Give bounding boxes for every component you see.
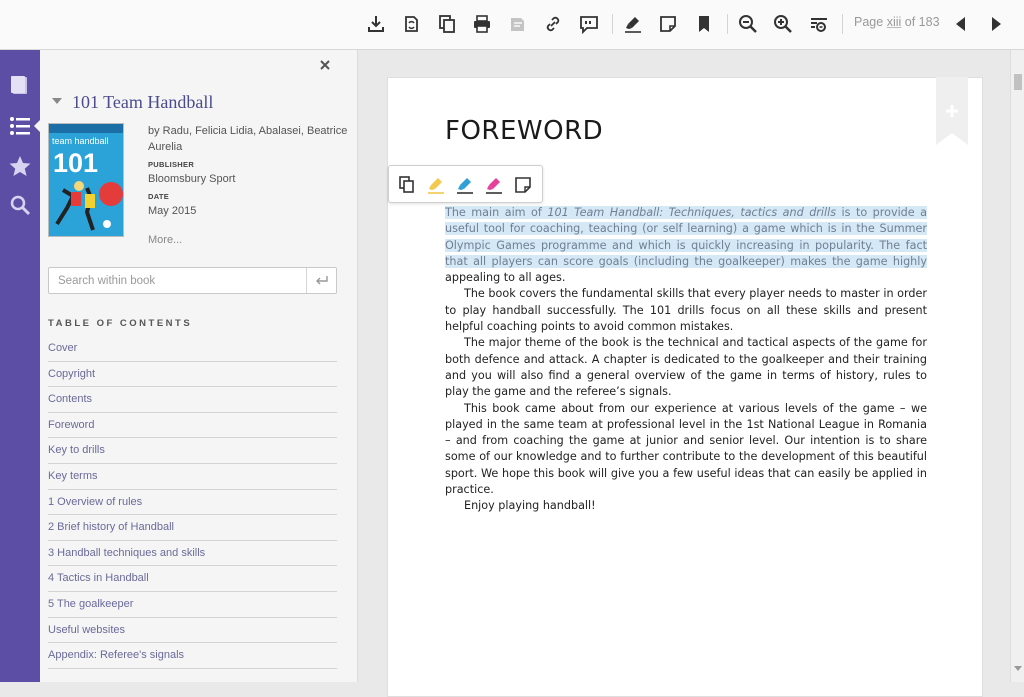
date-value: May 2015: [148, 205, 197, 217]
toc-item[interactable]: 4 Tactics in Handball: [48, 566, 337, 592]
sidebar-panel: 101 Team Handball team handball 101 by R…: [40, 50, 358, 682]
book-title-row[interactable]: 101 Team Handball: [52, 92, 213, 113]
star-icon[interactable]: [8, 154, 32, 178]
paragraph-text: appealing to all ages.: [445, 271, 566, 285]
toc-item[interactable]: 3 Handball techniques and skills: [48, 541, 337, 567]
share-icon[interactable]: [506, 13, 528, 35]
note-icon[interactable]: [657, 13, 679, 35]
top-toolbar: Page xiii of 183: [0, 0, 1024, 50]
bookmark-icon[interactable]: [693, 13, 715, 35]
highlight-blue-icon[interactable]: [455, 175, 475, 195]
toc-item[interactable]: Key terms: [48, 464, 337, 490]
vertical-scrollbar[interactable]: [1010, 50, 1024, 682]
add-bookmark-ribbon[interactable]: [936, 77, 968, 145]
paragraph: This book came about from our experience…: [445, 401, 927, 497]
page-indicator: Page xiii of 183: [854, 15, 940, 29]
zoom-in-icon[interactable]: [772, 13, 794, 35]
toolbar-divider: [727, 14, 728, 34]
toc-list: Cover Copyright Contents Foreword Key to…: [48, 336, 337, 669]
paragraph: The main aim of 101 Team Handball: Techn…: [445, 205, 927, 286]
selection-book-title: 101 Team Handball: Techniques, tactics a…: [547, 206, 837, 219]
reading-area: FOREWORD The main aim of 101 Team Handba…: [358, 50, 1010, 697]
date-label: DATE: [148, 192, 170, 201]
book-title[interactable]: 101 Team Handball: [72, 92, 213, 113]
toc-item[interactable]: 1 Overview of rules: [48, 490, 337, 516]
highlighter-icon[interactable]: [622, 13, 644, 35]
scroll-down-arrow-icon[interactable]: [1014, 666, 1022, 671]
copy-icon[interactable]: [436, 13, 458, 35]
book-page: FOREWORD The main aim of 101 Team Handba…: [387, 77, 983, 697]
prev-page-icon[interactable]: [950, 13, 972, 35]
quote-icon[interactable]: [578, 13, 600, 35]
search-submit-button[interactable]: [306, 268, 336, 293]
download-icon[interactable]: [365, 13, 387, 35]
text-selection[interactable]: The main aim of 101 Team Handball: Techn…: [445, 206, 927, 268]
page-label: Page: [854, 15, 884, 29]
next-page-icon[interactable]: [985, 13, 1007, 35]
annotation-popover: [388, 165, 543, 203]
book-authors: by Radu, Felicia Lidia, Abalasei, Beatri…: [148, 125, 348, 153]
toolbar-divider: [612, 14, 613, 34]
copy-selection-icon[interactable]: [397, 175, 417, 195]
page-body-text: The main aim of 101 Team Handball: Techn…: [445, 205, 927, 515]
fit-page-icon[interactable]: [808, 13, 830, 35]
highlight-pink-icon[interactable]: [484, 175, 504, 195]
add-note-icon[interactable]: [513, 175, 533, 195]
toc-heading: TABLE OF CONTENTS: [48, 318, 193, 329]
search-input[interactable]: [49, 268, 306, 293]
print-icon[interactable]: [471, 13, 493, 35]
toc-item[interactable]: 2 Brief history of Handball: [48, 515, 337, 541]
toc-item[interactable]: 5 The goalkeeper: [48, 592, 337, 618]
toc-item[interactable]: Copyright: [48, 362, 337, 388]
book-icon[interactable]: [8, 73, 32, 97]
zoom-out-icon[interactable]: [737, 13, 759, 35]
toolbar-divider: [842, 14, 843, 34]
link-icon[interactable]: [542, 13, 564, 35]
book-search-box: [48, 267, 337, 294]
toc-item[interactable]: Useful websites: [48, 618, 337, 644]
search-icon[interactable]: [8, 193, 32, 217]
paragraph: The book covers the fundamental skills t…: [445, 287, 927, 334]
toc-item[interactable]: Foreword: [48, 413, 337, 439]
sync-icon[interactable]: [400, 13, 422, 35]
toc-list-icon[interactable]: [8, 114, 32, 138]
return-arrow-icon: [315, 275, 328, 284]
cover-number: 101: [53, 148, 98, 178]
current-page-field[interactable]: xiii: [887, 15, 902, 29]
selection-text: The main aim of: [445, 206, 548, 219]
close-icon[interactable]: [318, 58, 332, 72]
toc-item[interactable]: Cover: [48, 336, 337, 362]
more-link[interactable]: More...: [148, 232, 348, 248]
cover-text: team handball: [52, 136, 109, 146]
chevron-down-icon: [52, 97, 62, 104]
toc-item[interactable]: Appendix: Referee's signals: [48, 643, 337, 669]
publisher-label: PUBLISHER: [148, 160, 195, 169]
book-metadata: by Radu, Felicia Lidia, Abalasei, Beatri…: [148, 123, 348, 248]
toc-item[interactable]: Contents: [48, 387, 337, 413]
book-cover-image: team handball 101: [48, 123, 124, 237]
left-rail: [0, 50, 40, 682]
chapter-heading: FOREWORD: [445, 116, 604, 146]
paragraph: Enjoy playing handball!: [464, 499, 596, 513]
highlight-yellow-icon[interactable]: [426, 175, 446, 195]
toc-item[interactable]: Key to drills: [48, 438, 337, 464]
paragraph: The major theme of the book is the techn…: [445, 336, 927, 399]
publisher-value: Bloomsbury Sport: [148, 173, 236, 185]
page-total: of 183: [904, 15, 940, 29]
scrollbar-thumb[interactable]: [1014, 74, 1022, 90]
